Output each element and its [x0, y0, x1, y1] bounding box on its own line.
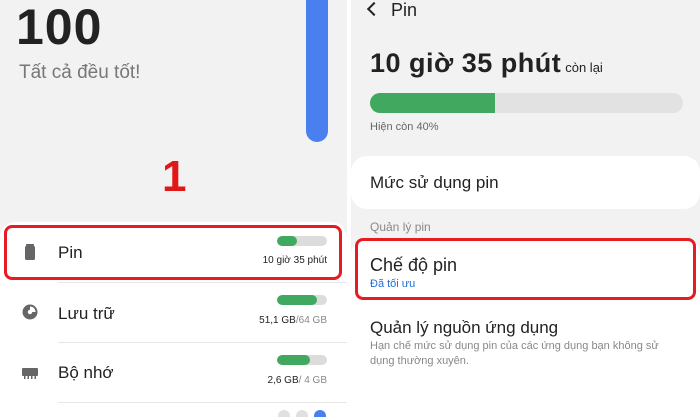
app-power-management-description: Hạn chế mức sử dụng pin của các ứng dụng…: [370, 340, 659, 367]
battery-level-fill: [370, 93, 496, 113]
more-indicator-dot: [314, 410, 326, 417]
storage-pie-icon: [22, 304, 38, 320]
score-scroll-indicator: [306, 0, 328, 142]
storage-label: Lưu trữ: [58, 304, 115, 323]
device-care-panel: 100 Tất cả đều tốt! 1 Pin 10 giờ 35 phút…: [0, 0, 347, 417]
time-remaining-suffix: còn lại: [565, 60, 603, 75]
app-power-management-item[interactable]: Quản lý nguồn ứng dụng Hạn chế mức sử dụ…: [351, 304, 700, 384]
section-header-battery-management: Quản lý pin: [370, 220, 431, 234]
more-indicator-dot: [278, 410, 290, 417]
step-number-1: 1: [162, 152, 187, 201]
device-score: 100: [16, 0, 103, 55]
device-status-text: Tất cả đều tốt!: [19, 62, 141, 83]
battery-remaining-text: Hiện còn 40%: [370, 121, 439, 133]
storage-usage-fill: [277, 295, 317, 305]
highlight-box-battery: [4, 225, 342, 280]
battery-level-bar: [370, 93, 683, 113]
back-button[interactable]: Pin: [366, 0, 418, 21]
time-remaining-value: 10 giờ 35 phút: [370, 48, 562, 78]
storage-usage-bar: [277, 295, 327, 305]
back-label: Pin: [391, 0, 418, 20]
battery-usage-label: Mức sử dụng pin: [370, 173, 499, 192]
list-item-storage[interactable]: Lưu trữ 51,1 GB/64 GB: [0, 282, 347, 342]
divider: [58, 402, 347, 403]
battery-settings-panel: Pin 10 giờ 35 phútcòn lại Hiện còn 40% 2…: [351, 0, 700, 417]
memory-chip-icon: [22, 368, 38, 379]
app-power-management-title: Quản lý nguồn ứng dụng: [370, 318, 559, 337]
battery-usage-item[interactable]: Mức sử dụng pin: [351, 156, 700, 209]
memory-usage-fill: [277, 355, 310, 365]
list-item-memory[interactable]: Bộ nhớ 2,6 GB/ 4 GB: [0, 342, 347, 402]
highlight-box-battery-mode: [355, 238, 696, 300]
storage-value: 51,1 GB/64 GB: [259, 315, 327, 326]
time-remaining: 10 giờ 35 phút còn lại: [370, 48, 603, 79]
chevron-left-icon: [366, 1, 382, 17]
memory-usage-bar: [277, 355, 327, 365]
memory-label: Bộ nhớ: [58, 363, 114, 382]
memory-value: 2,6 GB/ 4 GB: [267, 375, 328, 386]
more-indicator-dot: [296, 410, 308, 417]
